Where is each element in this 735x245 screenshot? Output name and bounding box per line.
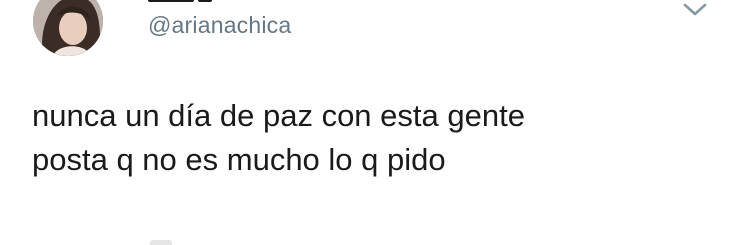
chevron-down-icon[interactable] [682, 0, 708, 20]
tweet-text-line: nunca un día de paz con esta gente [32, 98, 525, 133]
avatar-image [33, 0, 103, 56]
avatar[interactable] [33, 0, 103, 56]
display-name-cropped [148, 0, 308, 4]
action-icon-cropped [150, 240, 172, 245]
tweet-text: nunca un día de paz con esta gente posta… [32, 94, 712, 182]
tweet-card[interactable]: @arianachica nunca un día de paz con est… [0, 0, 735, 245]
user-handle[interactable]: @arianachica [148, 12, 291, 39]
tweet-text-line: posta q no es mucho lo q pido [32, 142, 446, 177]
